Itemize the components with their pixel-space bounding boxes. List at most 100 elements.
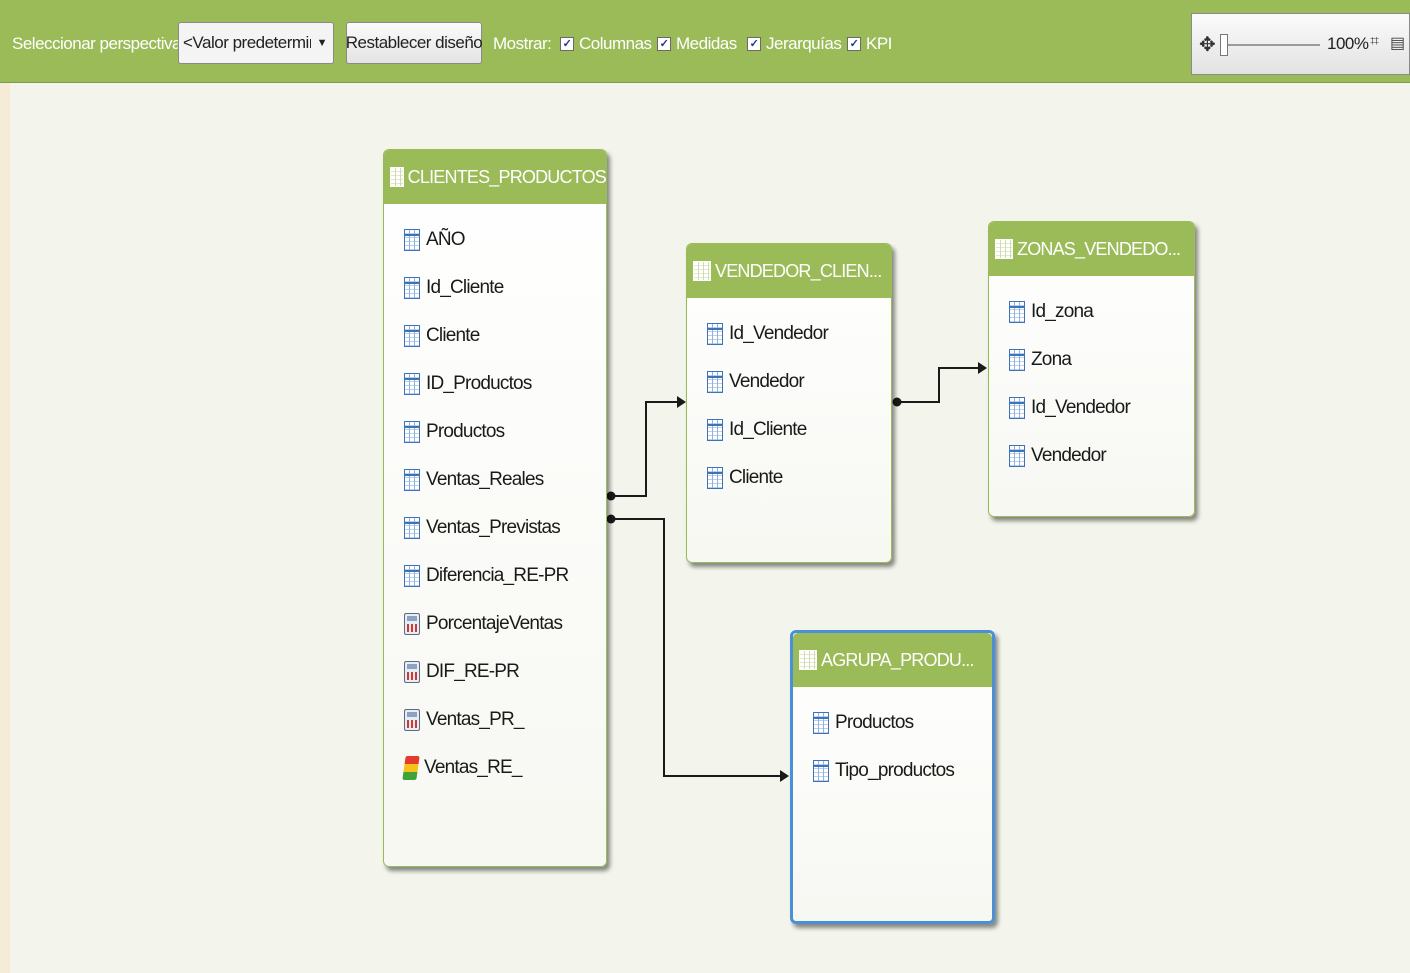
column-name: Tipo_productos: [835, 760, 955, 781]
column-icon: [404, 229, 420, 251]
checkbox-measures-label: Medidas: [676, 34, 737, 53]
zoom-level: 100%: [1327, 34, 1369, 53]
table-title: VENDEDOR_CLIEN...: [715, 260, 882, 281]
table-icon: [995, 239, 1013, 259]
column-icon: [404, 325, 420, 347]
checkmark-icon: ✓: [847, 37, 861, 51]
measure-row[interactable]: DIF_RE-PR: [404, 658, 520, 686]
column-icon: [1009, 445, 1025, 467]
column-row[interactable]: Ventas_Reales: [404, 466, 544, 494]
zoom-slider-thumb[interactable]: [1220, 34, 1228, 56]
checkbox-hierarchies-label: Jerarquías: [766, 34, 842, 53]
reset-layout-button[interactable]: Restablecer diseño: [346, 22, 483, 64]
perspective-label: Seleccionar perspectiva:: [12, 34, 186, 53]
column-icon: [1009, 397, 1025, 419]
measure-row[interactable]: PorcentajeVentas: [404, 610, 563, 638]
column-icon: [707, 467, 723, 489]
table-icon: [799, 650, 817, 670]
column-icon: [813, 712, 829, 734]
table-header[interactable]: VENDEDOR_CLIEN...: [687, 244, 891, 298]
show-label: Mostrar:: [493, 34, 552, 53]
column-row[interactable]: Diferencia_RE-PR: [404, 562, 569, 590]
column-name: AÑO: [426, 229, 466, 250]
column-name: Productos: [835, 712, 914, 733]
column-row[interactable]: Cliente: [404, 322, 480, 350]
column-row[interactable]: Vendedor: [707, 368, 805, 396]
checkmark-icon: ✓: [747, 37, 761, 51]
column-name: Vendedor: [1031, 445, 1107, 466]
column-icon: [707, 323, 723, 345]
checkmark-icon: ✓: [560, 37, 574, 51]
column-icon: [404, 469, 420, 491]
column-row[interactable]: Productos: [813, 709, 914, 737]
column-row[interactable]: Id_Vendedor: [1009, 394, 1131, 422]
table-icon: [390, 167, 404, 187]
column-name: Ventas_Previstas: [426, 517, 561, 538]
column-row[interactable]: Zona: [1009, 346, 1072, 374]
column-row[interactable]: AÑO: [404, 226, 466, 254]
measure-icon: [404, 661, 420, 683]
zoom-panel: ✥ 100% ⌗ ▤: [1191, 13, 1410, 75]
perspective-dropdown[interactable]: <Valor predetermina ▼: [178, 22, 334, 64]
column-name: Vendedor: [729, 371, 805, 392]
checkbox-hierarchies[interactable]: ✓ Jerarquías: [747, 26, 842, 62]
checkbox-measures[interactable]: ✓ Medidas: [657, 26, 737, 62]
chevron-down-icon: ▼: [316, 37, 328, 49]
column-name: Id_zona: [1031, 301, 1094, 322]
measure-row[interactable]: Ventas_PR_: [404, 706, 524, 734]
table-title: AGRUPA_PRODU...: [821, 649, 975, 670]
table-header[interactable]: ZONAS_VENDEDO...: [989, 222, 1194, 276]
column-name: Cliente: [729, 467, 783, 488]
fit-to-window-icon[interactable]: ⌗: [1370, 33, 1379, 51]
kpi-row[interactable]: Ventas_RE_: [402, 754, 522, 782]
checkmark-icon: ✓: [657, 37, 671, 51]
column-icon: [707, 371, 723, 393]
column-icon: [404, 565, 420, 587]
column-icon: [404, 517, 420, 539]
column-icon: [1009, 349, 1025, 371]
column-icon: [404, 373, 420, 395]
column-row[interactable]: Ventas_Previstas: [404, 514, 561, 542]
column-row[interactable]: Id_Cliente: [707, 416, 807, 444]
column-icon: [1009, 301, 1025, 323]
table-agrupa-productos[interactable]: AGRUPA_PRODU... Productos Tipo_productos: [790, 630, 995, 924]
column-name: Diferencia_RE-PR: [426, 565, 569, 586]
measure-icon: [404, 709, 420, 731]
column-name: Zona: [1031, 349, 1072, 370]
measure-name: PorcentajeVentas: [426, 613, 563, 634]
minimap-icon[interactable]: ▤: [1390, 33, 1405, 53]
column-row[interactable]: Cliente: [707, 464, 783, 492]
column-icon: [813, 760, 829, 782]
column-name: Id_Vendedor: [1031, 397, 1131, 418]
column-row[interactable]: ID_Productos: [404, 370, 532, 398]
kpi-icon: [402, 756, 420, 780]
table-title: CLIENTES_PRODUCTOS: [407, 166, 607, 187]
column-name: Id_Vendedor: [729, 323, 829, 344]
checkbox-kpi[interactable]: ✓ KPI: [847, 26, 892, 62]
column-row[interactable]: Vendedor: [1009, 442, 1107, 470]
column-row[interactable]: Tipo_productos: [813, 757, 955, 785]
diagram-toolbar: Seleccionar perspectiva: <Valor predeter…: [0, 0, 1410, 83]
checkbox-kpi-label: KPI: [866, 34, 892, 53]
pan-icon[interactable]: ✥: [1199, 32, 1216, 57]
table-icon: [693, 261, 711, 281]
column-row[interactable]: Id_Cliente: [404, 274, 504, 302]
column-name: Cliente: [426, 325, 480, 346]
table-zonas-vendedores[interactable]: ZONAS_VENDEDO... Id_zona Zona Id_Vendedo…: [988, 221, 1195, 517]
table-vendedor-clientes[interactable]: VENDEDOR_CLIEN... Id_Vendedor Vendedor I…: [686, 243, 892, 563]
table-clientes-productos[interactable]: CLIENTES_PRODUCTOS AÑO Id_Cliente Client…: [383, 149, 607, 867]
checkbox-columns[interactable]: ✓ Columnas: [560, 26, 652, 62]
measure-name: DIF_RE-PR: [426, 661, 520, 682]
measure-name: Ventas_PR_: [426, 709, 524, 730]
column-row[interactable]: Id_Vendedor: [707, 320, 829, 348]
table-header[interactable]: AGRUPA_PRODU...: [793, 633, 992, 687]
checkbox-columns-label: Columnas: [579, 34, 652, 53]
column-name: ID_Productos: [426, 373, 532, 394]
column-row[interactable]: Productos: [404, 418, 505, 446]
column-name: Id_Cliente: [729, 419, 807, 440]
zoom-slider-track[interactable]: [1228, 44, 1320, 46]
table-header[interactable]: CLIENTES_PRODUCTOS: [384, 150, 607, 204]
column-row[interactable]: Id_zona: [1009, 298, 1094, 326]
column-name: Ventas_Reales: [426, 469, 544, 490]
column-icon: [707, 419, 723, 441]
